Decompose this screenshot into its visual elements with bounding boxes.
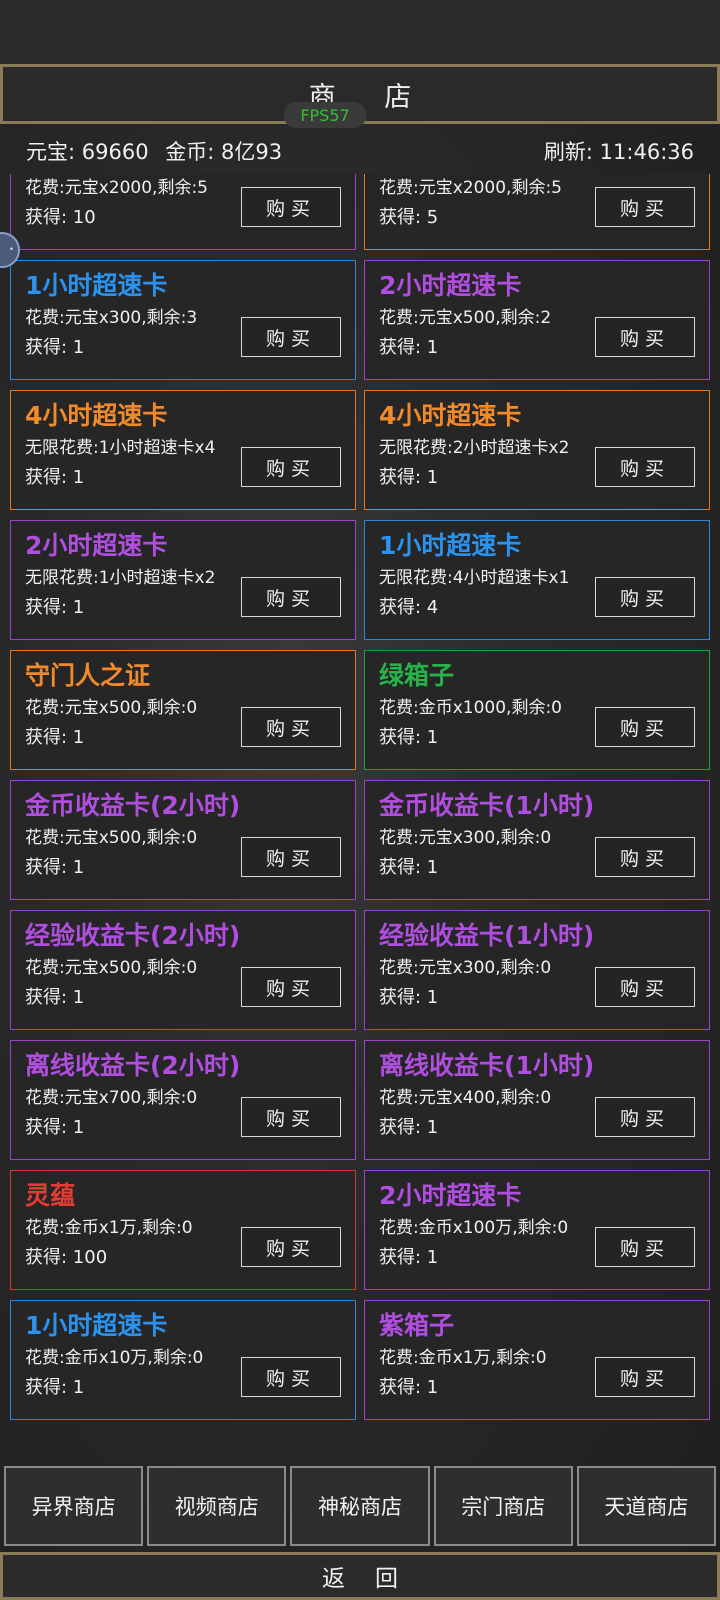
shop-item-card: 2小时超速卡 花费:金币x100万,剩余:0 获得: 1 购买 [364,1170,710,1290]
item-name: 1小时超速卡 [25,271,168,300]
shop-item-card: 1小时超速卡 花费:元宝x300,剩余:3 获得: 1 购买 [10,260,356,380]
shop-tab-0[interactable]: 异界商店 [4,1466,144,1546]
status-area [0,0,720,64]
gold-balance: 金币: 8亿93 [165,140,283,164]
shop-item-card: 离线收益卡(1小时) 花费:元宝x400,剩余:0 获得: 1 购买 [364,1040,710,1160]
buy-button[interactable]: 购买 [595,967,695,1007]
buy-button[interactable]: 购买 [241,1357,341,1397]
item-name: 2小时超速卡 [379,271,522,300]
item-name: 经验收益卡(2小时) [25,921,241,950]
item-name: 2小时超速卡 [379,1181,522,1210]
shop-item-card: 经验收益卡(1小时) 花费:元宝x300,剩余:0 获得: 1 购买 [364,910,710,1030]
shop-item-list[interactable]: 紫箱子花费:元宝x2000,剩余:5获得: 10购买橙箱子花费:元宝x2000,… [0,174,720,1464]
refresh-timer: 刷新: 11:46:36 [543,140,694,164]
shop-screen: 商 店 FPS57 元宝: 69660 金币: 8亿93 刷新: 11:46:3… [0,0,720,1600]
shop-tab-2[interactable]: 神秘商店 [290,1466,430,1546]
buy-button[interactable]: 购买 [241,707,341,747]
shop-item-card: 2小时超速卡 无限花费:1小时超速卡x2 获得: 1 购买 [10,520,356,640]
buy-button[interactable]: 购买 [595,577,695,617]
shop-item-card: 金币收益卡(1小时) 花费:元宝x300,剩余:0 获得: 1 购买 [364,780,710,900]
buy-button[interactable]: 购买 [595,1097,695,1137]
shop-tabs: 异界商店 视频商店 神秘商店 宗门商店 天道商店 [0,1466,720,1546]
shop-item-card: 4小时超速卡 无限花费:2小时超速卡x2 获得: 1 购买 [364,390,710,510]
shop-tab-1[interactable]: 视频商店 [147,1466,287,1546]
shop-item-card: 1小时超速卡 花费:金币x10万,剩余:0 获得: 1 购买 [10,1300,356,1420]
shop-item-card: 2小时超速卡 花费:元宝x500,剩余:2 获得: 1 购买 [364,260,710,380]
item-name: 经验收益卡(1小时) [379,921,595,950]
shop-item-card: 紫箱子花费:元宝x2000,剩余:5获得: 10购买 [10,174,356,250]
shop-item-card: 守门人之证 花费:元宝x500,剩余:0 获得: 1 购买 [10,650,356,770]
currency-bar: 元宝: 69660 金币: 8亿93 刷新: 11:46:36 [0,128,720,174]
item-name: 金币收益卡(2小时) [25,791,241,820]
shop-tab-3[interactable]: 宗门商店 [433,1466,573,1546]
currency-balances: 元宝: 69660 金币: 8亿93 [26,136,292,166]
buy-button[interactable]: 购买 [595,187,695,227]
shop-item-card: 1小时超速卡 无限花费:4小时超速卡x1 获得: 4 购买 [364,520,710,640]
item-name: 绿箱子 [379,661,455,690]
buy-button[interactable]: 购买 [241,447,341,487]
buy-button[interactable]: 购买 [595,1227,695,1267]
buy-button[interactable]: 购买 [241,187,341,227]
buy-button[interactable]: 购买 [241,317,341,357]
buy-button[interactable]: 购买 [595,707,695,747]
shop-item-card: 灵蕴 花费:金币x1万,剩余:0 获得: 100 购买 [10,1170,356,1290]
item-name: 4小时超速卡 [25,401,168,430]
shop-item-card: 金币收益卡(2小时) 花费:元宝x500,剩余:0 获得: 1 购买 [10,780,356,900]
buy-button[interactable]: 购买 [241,967,341,1007]
buy-button[interactable]: 购买 [595,317,695,357]
buy-button[interactable]: 购买 [595,1357,695,1397]
shop-tab-4[interactable]: 天道商店 [576,1466,717,1546]
item-name: 1小时超速卡 [25,1311,168,1340]
item-name: 守门人之证 [25,661,151,690]
shop-item-card: 经验收益卡(2小时) 花费:元宝x500,剩余:0 获得: 1 购买 [10,910,356,1030]
shop-item-card: 橙箱子花费:元宝x2000,剩余:5获得: 5购买 [364,174,710,250]
shop-item-card: 紫箱子 花费:金币x1万,剩余:0 获得: 1 购买 [364,1300,710,1420]
shop-item-card: 离线收益卡(2小时) 花费:元宝x700,剩余:0 获得: 1 购买 [10,1040,356,1160]
item-name: 1小时超速卡 [379,531,522,560]
item-name: 4小时超速卡 [379,401,522,430]
item-name: 金币收益卡(1小时) [379,791,595,820]
buy-button[interactable]: 购买 [241,1227,341,1267]
fps-counter: FPS57 [284,102,366,128]
buy-button[interactable]: 购买 [595,447,695,487]
shop-item-grid: 紫箱子花费:元宝x2000,剩余:5获得: 10购买橙箱子花费:元宝x2000,… [10,174,710,1420]
buy-button[interactable]: 购买 [241,577,341,617]
buy-button[interactable]: 购买 [241,837,341,877]
shop-item-card: 4小时超速卡 无限花费:1小时超速卡x4 获得: 1 购买 [10,390,356,510]
buy-button[interactable]: 购买 [241,1097,341,1137]
back-button[interactable]: 返回 [0,1552,720,1600]
buy-button[interactable]: 购买 [595,837,695,877]
item-name: 2小时超速卡 [25,531,168,560]
item-name: 紫箱子 [379,1311,455,1340]
shop-item-card: 绿箱子 花费:金币x1000,剩余:0 获得: 1 购买 [364,650,710,770]
yuanbao-balance: 元宝: 69660 [26,140,149,164]
item-name: 离线收益卡(1小时) [379,1051,595,1080]
item-name: 离线收益卡(2小时) [25,1051,241,1080]
item-name: 灵蕴 [25,1181,76,1210]
